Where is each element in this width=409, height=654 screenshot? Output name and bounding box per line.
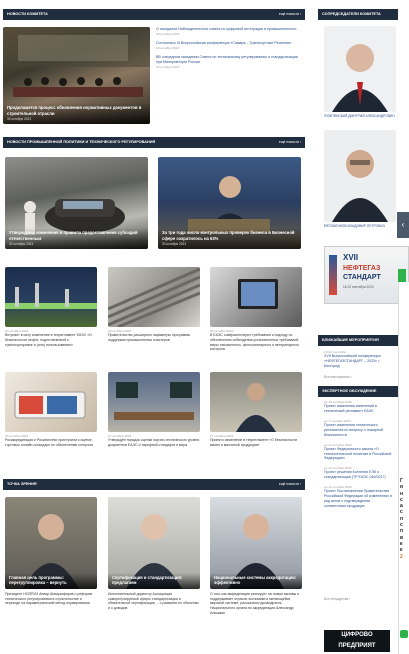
list-item[interactable]: Исполнительный директор Ассоциации самор… — [108, 592, 200, 611]
viewpoint-all-link[interactable]: ещё новости › — [279, 482, 301, 487]
list-item[interactable]: 30 октября 2023 Росаккредитация и Роскаче… — [5, 434, 97, 448]
news-link[interactable]: В ЕАЭС совершенствуют требования к подхо… — [210, 333, 299, 351]
list-item[interactable]: ВВ очередном заседании Совета по техниче… — [156, 55, 304, 69]
policy-thumb-6[interactable] — [210, 372, 302, 432]
event-link[interactable]: XVII Всероссийский конференции «НЕФТЕГАЗ… — [324, 354, 381, 368]
viewpoint-caption-1: Главная цель программы: перегруппировка … — [9, 574, 67, 586]
news-link[interactable]: О заседании Наблюдательного совета по ци… — [156, 27, 296, 31]
committee-main-caption: Продолжается процесс обновления норматив… — [7, 105, 142, 117]
portrait-icon — [332, 44, 388, 112]
list-item[interactable]: 30 октября 2023 В ЕАЭС совершенствуют тре… — [210, 329, 302, 352]
policy-thumb-5[interactable] — [108, 372, 200, 432]
list-item[interactable]: 30 октября 2023 Вступает в силу изменение… — [5, 329, 97, 347]
tablet-icon — [238, 279, 278, 309]
committee-news-list: О заседании Наблюдательного совета по ци… — [156, 27, 304, 74]
list-item[interactable]: Состоялась III Всероссийская конференция… — [156, 41, 304, 50]
digital-enterprise-logo[interactable]: ЦИФРОВО ПРЕДПРИЯТ — [324, 630, 390, 652]
news-link[interactable]: ВВ очередном заседании Совета по техниче… — [156, 55, 298, 64]
list-item[interactable]: О том, как аккредитация реагирует на нов… — [210, 592, 302, 616]
expert-list: до 15 октября 2023 Проект изменения измен… — [324, 400, 392, 514]
viewpoint-header: ТОЧКА ЗРЕНИЯ ещё новости › — [3, 479, 305, 490]
news-link[interactable]: Состоялась III Всероссийская конференция… — [156, 41, 291, 45]
cochair-name-2[interactable]: ЕВТУШЕНКОВ ВЛАДИМИР ПЕТРОВИЧ — [324, 224, 396, 228]
banner-dates: 18-22 сентября 2023 — [343, 285, 374, 289]
banner-number: XVII — [343, 253, 359, 262]
policy-news-header: НОВОСТИ ПРОМЫШЛЕННОЙ ПОЛИТИКИ И ТЕХНИЧЕС… — [3, 137, 305, 148]
events-all-link[interactable]: Все мероприятия › — [324, 375, 352, 379]
cochairs-title: СОПРЕДСЕДАТЕЛИ КОМИТЕТА — [322, 11, 381, 16]
policy-thumb-3[interactable] — [210, 267, 302, 327]
viewpoint-caption-3: Национальные системы аккредитации: эффек… — [214, 574, 297, 586]
viewpoint-caption-2: Сертификация и стандартизация: предлагае… — [112, 574, 183, 586]
cochairs-header: СОПРЕДСЕДАТЕЛИ КОМИТЕТА — [318, 9, 398, 20]
list-item[interactable]: до 17 ноября 2023 Проект изменения технич… — [324, 419, 392, 438]
overlay-text: Гинсаспспвкк2 — [400, 478, 404, 560]
cochair-photo-2[interactable] — [324, 130, 396, 222]
events-title: БЛИЖАЙШИЕ МЕРОПРИЯТИЯ — [322, 337, 379, 342]
policy-news-all-link[interactable]: ещё новости › — [279, 140, 301, 145]
policy-news-title: НОВОСТИ ПРОМЫШЛЕННОЙ ПОЛИТИКИ И ТЕХНИЧЕС… — [7, 139, 156, 144]
committee-main-date: 30 октября 2023 — [7, 116, 32, 121]
list-item[interactable]: Президент НОПРИЗ Анвар Шамузафаров о реф… — [5, 592, 97, 606]
news-link[interactable]: Президент НОПРИЗ Анвар Шамузафаров о реф… — [5, 592, 92, 605]
viewpoint-photo-2[interactable]: Сертификация и стандартизация: предлагае… — [108, 497, 200, 589]
metal-rods-icon — [108, 267, 200, 327]
news-link[interactable]: Принято изменение в техрегламент «О безо… — [210, 438, 297, 447]
list-item[interactable]: 27 октября 2023 Принято изменение в техре… — [210, 434, 302, 448]
meeting-room-icon — [114, 382, 194, 420]
expert-header: ЭКСПЕРТНОЕ ОБСУЖДЕНИЕ — [318, 386, 398, 397]
neftegaz-banner[interactable]: XVII НЕФТЕГАЗ СТАНДАРТ 18-22 сентября 20… — [324, 246, 409, 304]
committee-news-all-link[interactable]: ещё новости › — [279, 12, 301, 17]
portrait-icon — [332, 150, 388, 222]
cochair-photo-1[interactable] — [324, 26, 396, 112]
list-item[interactable]: до 13 октября 2023 Проект решения Коллеги… — [324, 466, 392, 480]
viewpoint-title: ТОЧКА ЗРЕНИЯ — [7, 481, 37, 486]
news-link[interactable]: О том, как аккредитация реагирует на нов… — [210, 592, 299, 615]
list-item[interactable]: 27 октября 2023 Утверждён порядок оценки … — [108, 434, 200, 448]
pipeline-icon — [5, 283, 97, 309]
expert-title: ЭКСПЕРТНОЕ ОБСУЖДЕНИЕ — [322, 388, 377, 393]
banner-title-2: СТАНДАРТ — [343, 274, 381, 281]
policy-thumb-4[interactable] — [5, 372, 97, 432]
committee-main-photo[interactable]: Продолжается процесс обновления норматив… — [3, 27, 150, 124]
whatsapp-icon[interactable] — [400, 630, 408, 638]
news-link[interactable]: Утверждён порядок оценки научно-техничес… — [108, 438, 199, 447]
policy-thumb-2[interactable] — [108, 267, 200, 327]
overlay-panel[interactable]: Гинсаспспвкк2 — [398, 282, 409, 654]
list-item[interactable]: до 15 октября 2023 Проект Постановления П… — [324, 485, 392, 509]
news-link[interactable]: Вступает в силу изменение в техрегламент… — [5, 333, 92, 346]
committee-news-title: НОВОСТИ КОМИТЕТА — [7, 11, 48, 16]
viewpoint-photo-1[interactable]: Главная цель программы: перегруппировка … — [5, 497, 97, 589]
list-item[interactable]: О заседании Наблюдательного совета по ци… — [156, 27, 304, 36]
event-item[interactable]: 18-22 сентября XVII Всероссийский конфер… — [324, 350, 394, 369]
list-item[interactable]: до 22 октября 2023 Проект Федерального за… — [324, 443, 392, 462]
list-item[interactable]: до 15 октября 2023 Проект изменения измен… — [324, 400, 392, 414]
news-link[interactable]: Росаккредитация и Роскачество приступили… — [5, 438, 93, 447]
flag-icon — [329, 255, 337, 295]
shopping-cart-icon — [14, 391, 86, 419]
speaker-icon — [236, 383, 276, 432]
committee-news-header: НОВОСТИ КОМИТЕТА ещё новости › — [3, 9, 305, 20]
policy-big-caption-2: За три года число контрольных проверок б… — [162, 230, 295, 242]
list-item[interactable]: 30 октября 2023 Правительство расширило п… — [108, 329, 200, 343]
cochair-name-1[interactable]: ПУМПЯНСКИЙ ДМИТРИЙ АЛЕКСАНДРОВИЧ — [324, 114, 396, 118]
events-header: БЛИЖАЙШИЕ МЕРОПРИЯТИЯ — [318, 335, 398, 346]
policy-big-caption-1: Утверждены изменения в правила предостав… — [9, 230, 138, 242]
policy-thumb-1[interactable] — [5, 267, 97, 327]
news-link[interactable]: Исполнительный директор Ассоциации самор… — [108, 592, 199, 610]
expert-all-link[interactable]: Все обсуждения › — [324, 597, 350, 601]
nav-arrow-left-icon[interactable]: ‹ — [397, 212, 409, 238]
news-link[interactable]: Правительство расширило параметры програ… — [108, 333, 190, 342]
policy-big-photo-1[interactable]: Утверждены изменения в правила предостав… — [5, 157, 148, 249]
viewpoint-photo-3[interactable]: Национальные системы аккредитации: эффек… — [210, 497, 302, 589]
policy-big-photo-2[interactable]: За три года число контрольных проверок б… — [158, 157, 301, 249]
